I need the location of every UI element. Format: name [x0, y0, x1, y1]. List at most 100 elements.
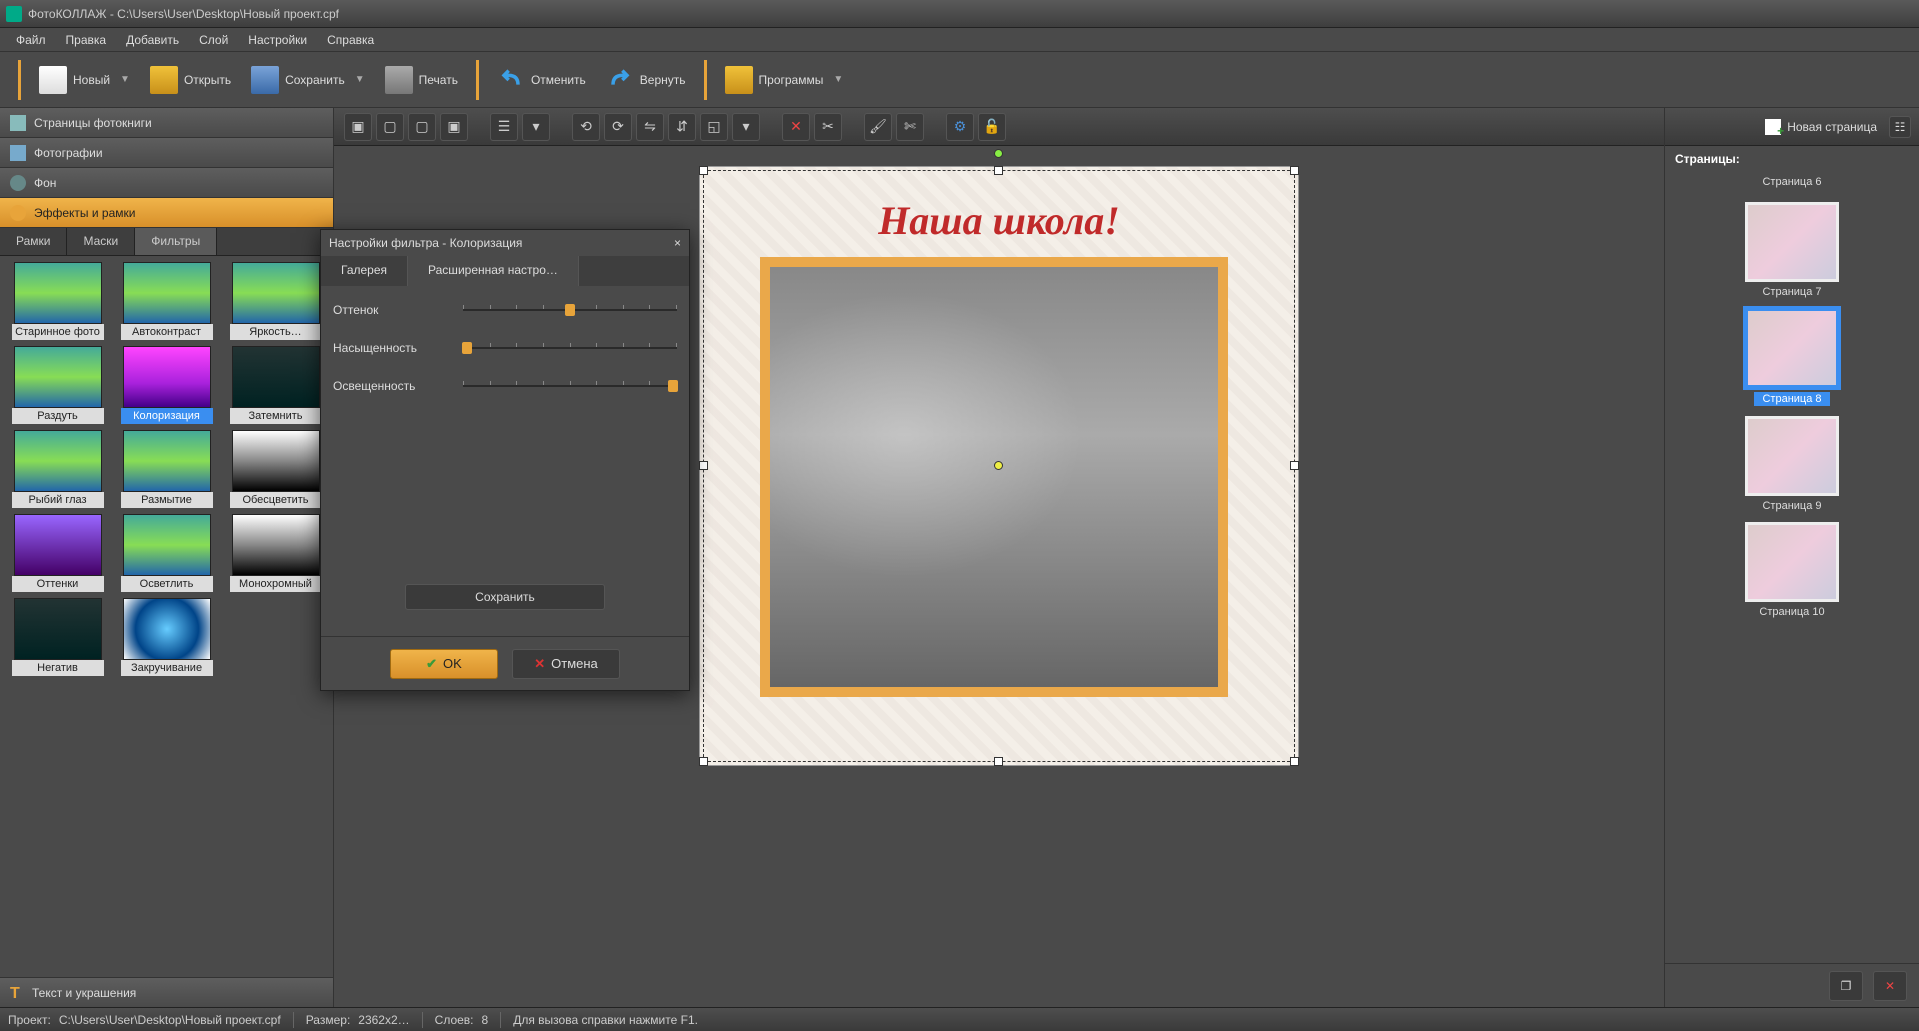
align-left-icon[interactable]: ☰	[490, 113, 518, 141]
filter-thumb	[123, 262, 211, 324]
slider-sat-thumb[interactable]	[462, 342, 472, 354]
filter-item[interactable]: Рыбий глаз	[6, 430, 109, 508]
filter-label: Негатив	[12, 660, 104, 676]
handle-bot-right[interactable]	[1290, 757, 1299, 766]
tab-filters[interactable]: Фильтры	[135, 228, 217, 255]
menu-add[interactable]: Добавить	[116, 29, 189, 51]
apps-button[interactable]: Программы ▼	[715, 60, 854, 100]
align-dropdown-icon[interactable]: ▾	[522, 113, 550, 141]
page-item[interactable]: Страница 10	[1675, 522, 1909, 618]
page-options-icon[interactable]: ☷	[1889, 116, 1911, 138]
page-item[interactable]: Страница 6	[1675, 176, 1909, 192]
open-button[interactable]: Открыть	[140, 60, 241, 100]
slider-hue-thumb[interactable]	[565, 304, 575, 316]
filter-item[interactable]: Яркость…	[224, 262, 327, 340]
menu-layer[interactable]: Слой	[189, 29, 238, 51]
delete-icon[interactable]: ✕	[782, 113, 810, 141]
chevron-down-icon[interactable]: ▼	[355, 74, 365, 85]
filter-item[interactable]: Закручивание	[115, 598, 218, 676]
handle-center[interactable]	[994, 461, 1003, 470]
chevron-down-icon[interactable]: ▼	[120, 74, 130, 85]
accordion-effects[interactable]: Эффекты и рамки	[0, 198, 333, 228]
filter-item[interactable]: Размытие	[115, 430, 218, 508]
flip-v-icon[interactable]: ⇵	[668, 113, 696, 141]
new-button[interactable]: Новый ▼	[29, 60, 140, 100]
dialog-cancel-button[interactable]: ✕ Отмена	[512, 649, 620, 679]
menubar: Файл Правка Добавить Слой Настройки Спра…	[0, 28, 1919, 52]
delete-page-button[interactable]: ✕	[1873, 971, 1907, 1001]
filter-thumb	[123, 598, 211, 660]
dialog-ok-button[interactable]: ✔ OK	[390, 649, 498, 679]
handle-bot-left[interactable]	[699, 757, 708, 766]
handle-mid-left[interactable]	[699, 461, 708, 470]
page-name: Страница 7	[1762, 286, 1821, 298]
undo-icon	[497, 66, 525, 94]
dialog-body: Оттенок Насыщенность Освещенность	[321, 286, 689, 636]
brush-icon[interactable]: 🖌	[864, 113, 892, 141]
dialog-tabs: Галерея Расширенная настро…	[321, 256, 689, 286]
accordion-photos[interactable]: Фотографии	[0, 138, 333, 168]
menu-file[interactable]: Файл	[6, 29, 56, 51]
filter-item[interactable]: Осветлить	[115, 514, 218, 592]
print-button[interactable]: Печать	[375, 60, 468, 100]
canvas-page[interactable]: Наша школа!	[699, 166, 1299, 766]
flip-h-icon[interactable]: ⇋	[636, 113, 664, 141]
lock-icon[interactable]: 🔓	[978, 113, 1006, 141]
filter-item[interactable]: Затемнить	[224, 346, 327, 424]
slider-lit-thumb[interactable]	[668, 380, 678, 392]
scissors-icon[interactable]: ✄	[896, 113, 924, 141]
tab-frames[interactable]: Рамки	[0, 228, 67, 255]
filter-item[interactable]: Раздуть	[6, 346, 109, 424]
dialog-tab-gallery[interactable]: Галерея	[321, 256, 408, 286]
dialog-tab-advanced[interactable]: Расширенная настро…	[408, 256, 579, 286]
handle-mid-right[interactable]	[1290, 461, 1299, 470]
crop-icon[interactable]: ✂	[814, 113, 842, 141]
undo-button[interactable]: Отменить	[487, 60, 596, 100]
handle-top-mid[interactable]	[994, 166, 1003, 175]
filter-item[interactable]: Автоконтраст	[115, 262, 218, 340]
save-button[interactable]: Сохранить ▼	[241, 60, 375, 100]
filter-item[interactable]: Старинное фото	[6, 262, 109, 340]
menu-help[interactable]: Справка	[317, 29, 384, 51]
handle-bot-mid[interactable]	[994, 757, 1003, 766]
dialog-save-button[interactable]: Сохранить	[405, 584, 605, 610]
chevron-down-icon[interactable]: ▼	[833, 74, 843, 85]
handle-rotate[interactable]	[994, 149, 1003, 158]
send-backward-icon[interactable]: ▢	[408, 113, 436, 141]
rotate-right-icon[interactable]: ⟳	[604, 113, 632, 141]
filter-item[interactable]: Монохромный	[224, 514, 327, 592]
gear-icon[interactable]: ⚙	[946, 113, 974, 141]
slider-saturation[interactable]	[463, 338, 677, 358]
fit-dropdown-icon[interactable]: ▾	[732, 113, 760, 141]
rotate-left-icon[interactable]: ⟲	[572, 113, 600, 141]
filter-item[interactable]: Оттенки	[6, 514, 109, 592]
redo-button[interactable]: Вернуть	[596, 60, 696, 100]
dialog-close-icon[interactable]: ×	[674, 236, 681, 250]
page-item[interactable]: Страница 8	[1675, 308, 1909, 406]
menu-settings[interactable]: Настройки	[238, 29, 317, 51]
bring-front-icon[interactable]: ▣	[344, 113, 372, 141]
accordion-background[interactable]: Фон	[0, 168, 333, 198]
bring-forward-icon[interactable]: ▢	[376, 113, 404, 141]
send-back-icon[interactable]: ▣	[440, 113, 468, 141]
filter-item[interactable]: Негатив	[6, 598, 109, 676]
page-name: Страница 9	[1762, 500, 1821, 512]
fit-icon[interactable]: ◱	[700, 113, 728, 141]
dialog-titlebar[interactable]: Настройки фильтра - Колоризация ×	[321, 230, 689, 256]
tab-masks[interactable]: Маски	[67, 228, 135, 255]
menu-edit[interactable]: Правка	[56, 29, 117, 51]
accordion-text-deco[interactable]: T Текст и украшения	[0, 977, 333, 1007]
page-name: Страница 8	[1754, 392, 1829, 406]
handle-top-left[interactable]	[699, 166, 708, 175]
accordion-pages[interactable]: Страницы фотокниги	[0, 108, 333, 138]
handle-top-right[interactable]	[1290, 166, 1299, 175]
slider-lightness[interactable]	[463, 376, 677, 396]
slider-hue[interactable]	[463, 300, 677, 320]
filter-item[interactable]: Колоризация	[115, 346, 218, 424]
page-item[interactable]: Страница 9	[1675, 416, 1909, 512]
duplicate-page-button[interactable]: ❐	[1829, 971, 1863, 1001]
new-page-button[interactable]: Новая страница	[1759, 115, 1883, 139]
slider-lit-row: Освещенность	[333, 376, 677, 396]
filter-item[interactable]: Обесцветить	[224, 430, 327, 508]
page-item[interactable]: Страница 7	[1675, 202, 1909, 298]
